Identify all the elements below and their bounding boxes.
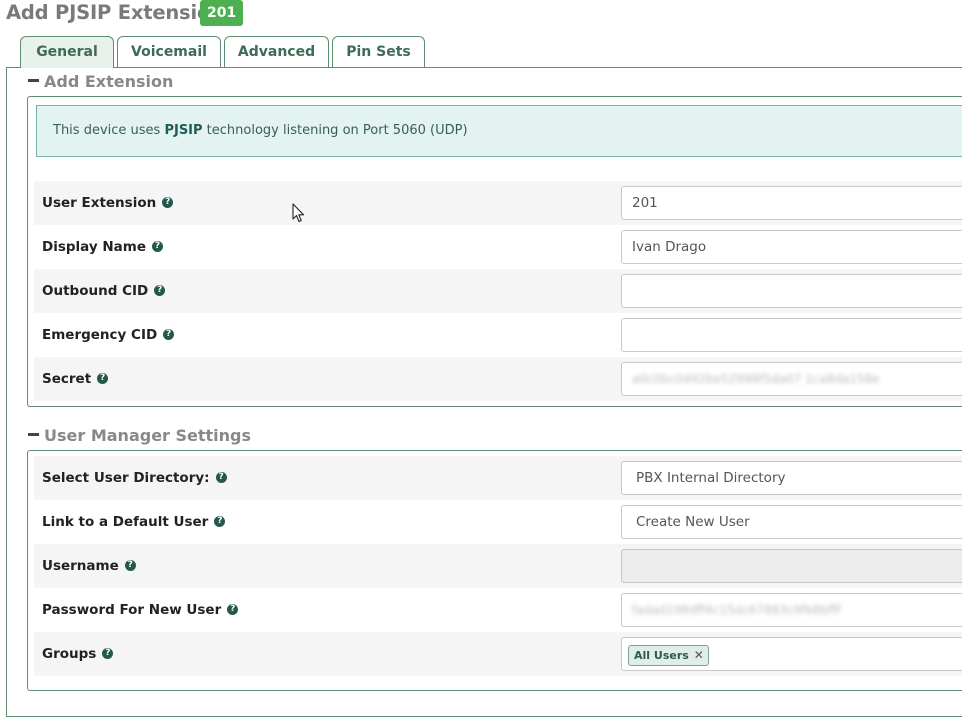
help-icon[interactable]: ? <box>97 372 109 384</box>
password-input[interactable]: fadad198dff4c15dc67883c9fb8bfff <box>621 593 962 627</box>
user-extension-row: User Extension? 201 <box>34 181 962 225</box>
info-suffix: technology listening on Port 5060 (UDP) <box>202 123 468 138</box>
display-name-input[interactable]: Ivan Drago <box>621 230 962 264</box>
username-input[interactable] <box>621 549 962 583</box>
extension-badge: 201 <box>200 0 244 26</box>
password-label: Password For New User? <box>42 588 239 632</box>
group-tag: All Users ✕ <box>628 645 709 666</box>
tab-advanced[interactable]: Advanced <box>224 36 329 67</box>
help-icon[interactable]: ? <box>154 284 166 296</box>
technology-info-alert: This device uses PJSIP technology listen… <box>36 105 962 157</box>
info-prefix: This device uses <box>53 123 165 138</box>
secret-row: Secret? a0c0bc0d42be52998f5da07 1ca8da15… <box>34 357 962 401</box>
user-directory-label: Select User Directory:? <box>42 456 227 500</box>
help-icon[interactable]: ? <box>163 328 175 340</box>
display-name-label: Display Name? <box>42 225 163 269</box>
emergency-cid-input[interactable] <box>621 318 962 352</box>
emergency-cid-row: Emergency CID? <box>34 313 962 357</box>
remove-tag-icon[interactable]: ✕ <box>694 648 704 662</box>
groups-multiselect[interactable]: All Users ✕ <box>621 637 962 671</box>
info-technology: PJSIP <box>164 123 203 138</box>
username-row: Username? <box>34 544 962 588</box>
password-value: fadad198dff4c15dc67883c9fb8bfff <box>632 603 841 617</box>
default-user-label: Link to a Default User? <box>42 500 226 544</box>
outbound-cid-input[interactable] <box>621 274 962 308</box>
username-label: Username? <box>42 544 136 588</box>
user-extension-label: User Extension? <box>42 181 174 225</box>
secret-value: a0c0bc0d42be52998f5da07 1ca8da158e <box>632 372 880 386</box>
help-icon[interactable]: ? <box>162 196 174 208</box>
group-tag-label: All Users <box>634 649 689 662</box>
password-row: Password For New User? fadad198dff4c15dc… <box>34 588 962 632</box>
user-manager-section-toggle[interactable]: User Manager Settings <box>28 426 251 446</box>
collapse-icon <box>28 433 39 436</box>
help-icon[interactable]: ? <box>102 647 114 659</box>
help-icon[interactable]: ? <box>215 471 227 483</box>
tab-voicemail[interactable]: Voicemail <box>117 36 221 67</box>
page-title: Add PJSIP Extension <box>6 1 224 24</box>
mouse-cursor-icon <box>292 203 305 223</box>
secret-input[interactable]: a0c0bc0d42be52998f5da07 1ca8da158e <box>621 362 962 396</box>
groups-row: Groups? All Users ✕ <box>34 632 962 676</box>
user-extension-input[interactable]: 201 <box>621 186 962 220</box>
default-user-select[interactable]: Create New User <box>621 505 962 539</box>
groups-label: Groups? <box>42 632 114 676</box>
add-extension-section-toggle[interactable]: Add Extension <box>28 72 173 92</box>
outbound-cid-row: Outbound CID? <box>34 269 962 313</box>
tab-general[interactable]: General <box>20 36 114 68</box>
user-directory-select[interactable]: PBX Internal Directory <box>621 461 962 495</box>
user-directory-row: Select User Directory:? PBX Internal Dir… <box>34 456 962 500</box>
help-icon[interactable]: ? <box>124 559 136 571</box>
tab-pin-sets[interactable]: Pin Sets <box>332 36 425 67</box>
default-user-row: Link to a Default User? Create New User <box>34 500 962 544</box>
help-icon[interactable]: ? <box>227 603 239 615</box>
collapse-icon <box>28 79 39 82</box>
help-icon[interactable]: ? <box>152 240 163 252</box>
outbound-cid-label: Outbound CID? <box>42 269 166 313</box>
help-icon[interactable]: ? <box>214 515 226 527</box>
display-name-row: Display Name? Ivan Drago <box>34 225 962 269</box>
emergency-cid-label: Emergency CID? <box>42 313 175 357</box>
add-extension-title: Add Extension <box>44 72 174 91</box>
secret-label: Secret? <box>42 357 109 401</box>
user-manager-title: User Manager Settings <box>44 426 252 445</box>
